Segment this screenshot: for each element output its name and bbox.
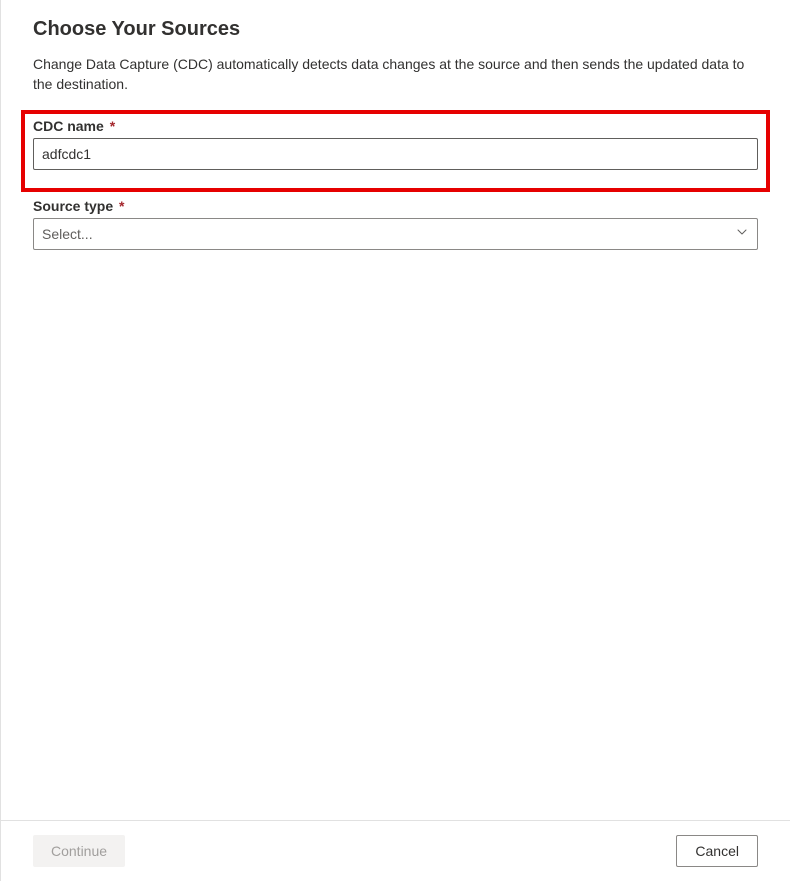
cdc-name-highlight: CDC name * [21, 110, 770, 192]
sources-panel: Choose Your Sources Change Data Capture … [0, 0, 790, 881]
cdc-name-input[interactable] [33, 138, 758, 170]
source-type-select-wrapper: Select... [33, 218, 758, 250]
panel-content: Choose Your Sources Change Data Capture … [1, 0, 790, 820]
cancel-button[interactable]: Cancel [676, 835, 758, 867]
source-type-select[interactable]: Select... [33, 218, 758, 250]
source-type-label-text: Source type [33, 198, 113, 214]
required-marker: * [119, 198, 124, 214]
cdc-name-label-text: CDC name [33, 118, 104, 134]
cdc-name-label: CDC name * [33, 118, 758, 134]
source-type-label: Source type * [33, 198, 758, 214]
continue-button[interactable]: Continue [33, 835, 125, 867]
panel-footer: Continue Cancel [1, 820, 790, 881]
cdc-name-field-group: CDC name * [33, 118, 758, 170]
page-description: Change Data Capture (CDC) automatically … [33, 55, 753, 94]
page-title: Choose Your Sources [33, 18, 758, 41]
required-marker: * [110, 118, 115, 134]
source-type-placeholder: Select... [42, 226, 93, 242]
source-type-field-group: Source type * Select... [33, 198, 758, 250]
